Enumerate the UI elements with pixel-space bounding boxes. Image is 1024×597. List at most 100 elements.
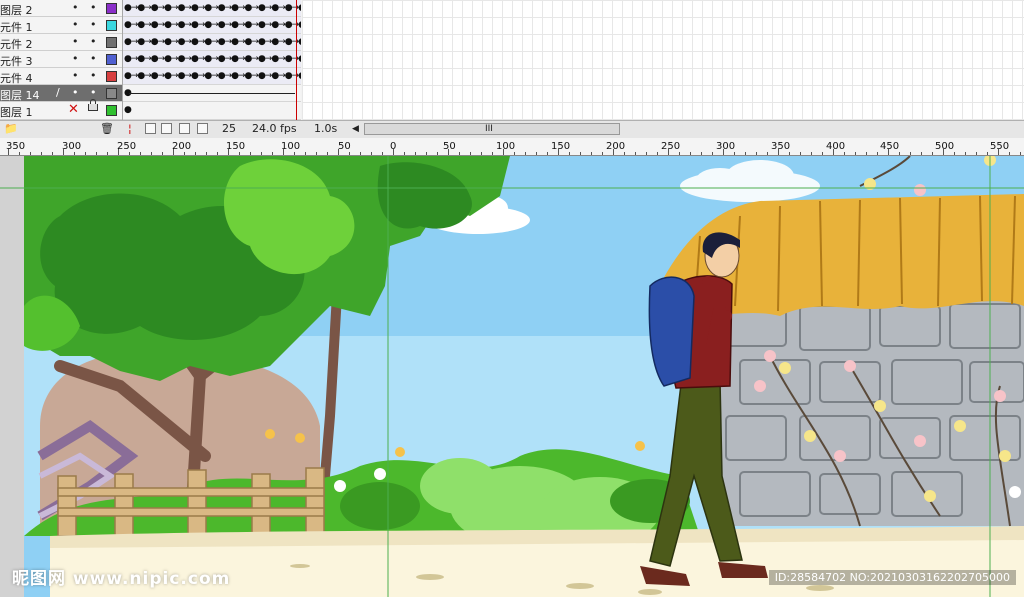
- lock-dot-icon[interactable]: •: [90, 68, 97, 83]
- ruler-tick: [184, 152, 185, 155]
- frame-row[interactable]: ●→●→●→●→●→●→●→●→●→●→●→●→●→●→●→●: [123, 0, 301, 17]
- frame-area[interactable]: ●→●→●→●→●→●→●→●→●→●→●→●→●→●→●→● ●→●→●→●→…: [123, 0, 301, 120]
- lock-dot-icon[interactable]: •: [90, 0, 97, 15]
- pencil-icon: /: [56, 86, 60, 99]
- motion-tween: ●→●→●→●→●→●→●→●→●→●→●→●→●→●→●→●: [124, 3, 301, 13]
- ruler-tick: [756, 152, 757, 155]
- edit-multiple-frames-icon[interactable]: [179, 123, 190, 134]
- ruler-tick: [1020, 152, 1021, 155]
- stage[interactable]: 昵图网 www.nipic.com ID:28584702 NO:2021030…: [0, 156, 1024, 597]
- ruler-tick: [778, 149, 779, 155]
- ruler-label: 250: [661, 141, 681, 152]
- ruler-tick: [250, 152, 251, 155]
- frame-rate[interactable]: 24.0 fps: [252, 122, 297, 136]
- center-frame-icon[interactable]: ¦: [128, 122, 132, 136]
- ruler-tick: [371, 152, 372, 155]
- layer-color-swatch[interactable]: [106, 3, 117, 14]
- ruler-tick: [360, 152, 361, 155]
- layer-row-symbol3[interactable]: 元件 3 • •: [0, 51, 122, 68]
- ruler-label: 400: [826, 141, 846, 152]
- ruler-tick: [503, 149, 504, 155]
- layer-row-layer1[interactable]: 图层 1 ✕: [0, 99, 122, 120]
- layer-row-symbol4[interactable]: 元件 4 • •: [0, 68, 122, 85]
- frame-row[interactable]: ●→●→●→●→●→●→●→●→●→●→●→●→●→●→●→●: [123, 68, 301, 85]
- ruler-tick: [899, 152, 900, 155]
- frame-row[interactable]: ●: [123, 102, 301, 120]
- layer-row-symbol2[interactable]: 元件 2 • •: [0, 34, 122, 51]
- onion-outline-icon[interactable]: [161, 123, 172, 134]
- ruler-tick: [338, 149, 339, 155]
- layer-row-layer2[interactable]: 图层 2 • •: [0, 0, 122, 17]
- frame-row[interactable]: ●→●→●→●→●→●→●→●→●→●→●→●→●→●→●→●: [123, 17, 301, 34]
- visibility-dot-icon[interactable]: •: [72, 0, 79, 15]
- ruler-tick: [30, 152, 31, 155]
- ruler-tick: [162, 152, 163, 155]
- layer-color-swatch[interactable]: [106, 105, 117, 116]
- ruler-tick: [866, 152, 867, 155]
- ruler-tick: [569, 152, 570, 155]
- visibility-dot-icon[interactable]: •: [72, 51, 79, 66]
- ruler-tick: [646, 152, 647, 155]
- layer-color-swatch[interactable]: [106, 37, 117, 48]
- scene-artwork[interactable]: [0, 156, 1024, 597]
- ruler-tick: [217, 152, 218, 155]
- ruler-tick: [195, 152, 196, 155]
- ruler-tick: [437, 152, 438, 155]
- ruler-tick: [734, 152, 735, 155]
- frame-row[interactable]: ●→●→●→●→●→●→●→●→●→●→●→●→●→●→●→●: [123, 34, 301, 51]
- timeline-status-bar: 📁 🗑 ¦ 25 24.0 fps 1.0s ◀ III: [0, 120, 1024, 138]
- ruler-tick: [448, 149, 449, 155]
- scroll-left-arrow-icon[interactable]: ◀: [352, 122, 359, 136]
- timeline-scrollbar[interactable]: III: [364, 123, 620, 135]
- lock-dot-icon[interactable]: •: [90, 85, 97, 100]
- ruler-label: 350: [771, 141, 791, 152]
- lock-icon[interactable]: [88, 99, 98, 111]
- ruler-tick: [767, 152, 768, 155]
- ruler-tick: [679, 152, 680, 155]
- new-layer-icon[interactable]: 📁: [4, 122, 18, 136]
- elapsed-time: 1.0s: [314, 122, 338, 135]
- trash-icon[interactable]: 🗑: [100, 122, 114, 136]
- layer-color-swatch[interactable]: [106, 88, 117, 99]
- layer-color-swatch[interactable]: [106, 71, 117, 82]
- ruler-tick: [514, 152, 515, 155]
- visibility-dot-icon[interactable]: •: [72, 68, 79, 83]
- empty-frame-grid[interactable]: [302, 0, 1024, 120]
- onion-skin-icon[interactable]: [145, 123, 156, 134]
- playhead[interactable]: [296, 0, 297, 120]
- scroll-grip[interactable]: III: [485, 124, 493, 134]
- ruler-tick: [910, 152, 911, 155]
- visibility-dot-icon[interactable]: •: [72, 17, 79, 32]
- watermark-id: ID:28584702 NO:20210303162202705000: [768, 570, 1016, 585]
- ruler-tick: [151, 152, 152, 155]
- hidden-x-icon[interactable]: ✕: [68, 102, 79, 117]
- onion-markers-icon[interactable]: [197, 123, 208, 134]
- lock-dot-icon[interactable]: •: [90, 51, 97, 66]
- ruler-label: 50: [338, 141, 351, 152]
- watermark-site: 昵图网 www.nipic.com: [12, 569, 231, 589]
- ruler-tick: [261, 152, 262, 155]
- lock-dot-icon[interactable]: •: [90, 34, 97, 49]
- ruler-tick: [129, 152, 130, 155]
- ruler-tick: [415, 152, 416, 155]
- layer-name: 元件 1: [0, 21, 33, 34]
- frame-row[interactable]: ●→●→●→●→●→●→●→●→●→●→●→●→●→●→●→●: [123, 51, 301, 68]
- ruler-tick: [932, 152, 933, 155]
- motion-tween: ●→●→●→●→●→●→●→●→●→●→●→●→●→●→●→●: [124, 71, 301, 81]
- layer-color-swatch[interactable]: [106, 54, 117, 65]
- visibility-dot-icon[interactable]: •: [72, 34, 79, 49]
- ruler-tick: [305, 152, 306, 155]
- ruler-tick: [558, 149, 559, 155]
- visibility-dot-icon[interactable]: •: [72, 85, 79, 100]
- layer-row-symbol1[interactable]: 元件 1 • •: [0, 17, 122, 34]
- ruler-tick: [459, 152, 460, 155]
- ruler-tick: [943, 149, 944, 155]
- ruler-tick: [316, 152, 317, 155]
- frame-row[interactable]: ●: [123, 85, 301, 102]
- lock-dot-icon[interactable]: •: [90, 17, 97, 32]
- keyframe-dot: ●: [124, 105, 132, 115]
- ruler-tick: [349, 152, 350, 155]
- layer-color-swatch[interactable]: [106, 20, 117, 31]
- motion-tween: ●→●→●→●→●→●→●→●→●→●→●→●→●→●→●→●: [124, 54, 301, 64]
- layer-row-layer14[interactable]: 图层 14 / • •: [0, 85, 122, 102]
